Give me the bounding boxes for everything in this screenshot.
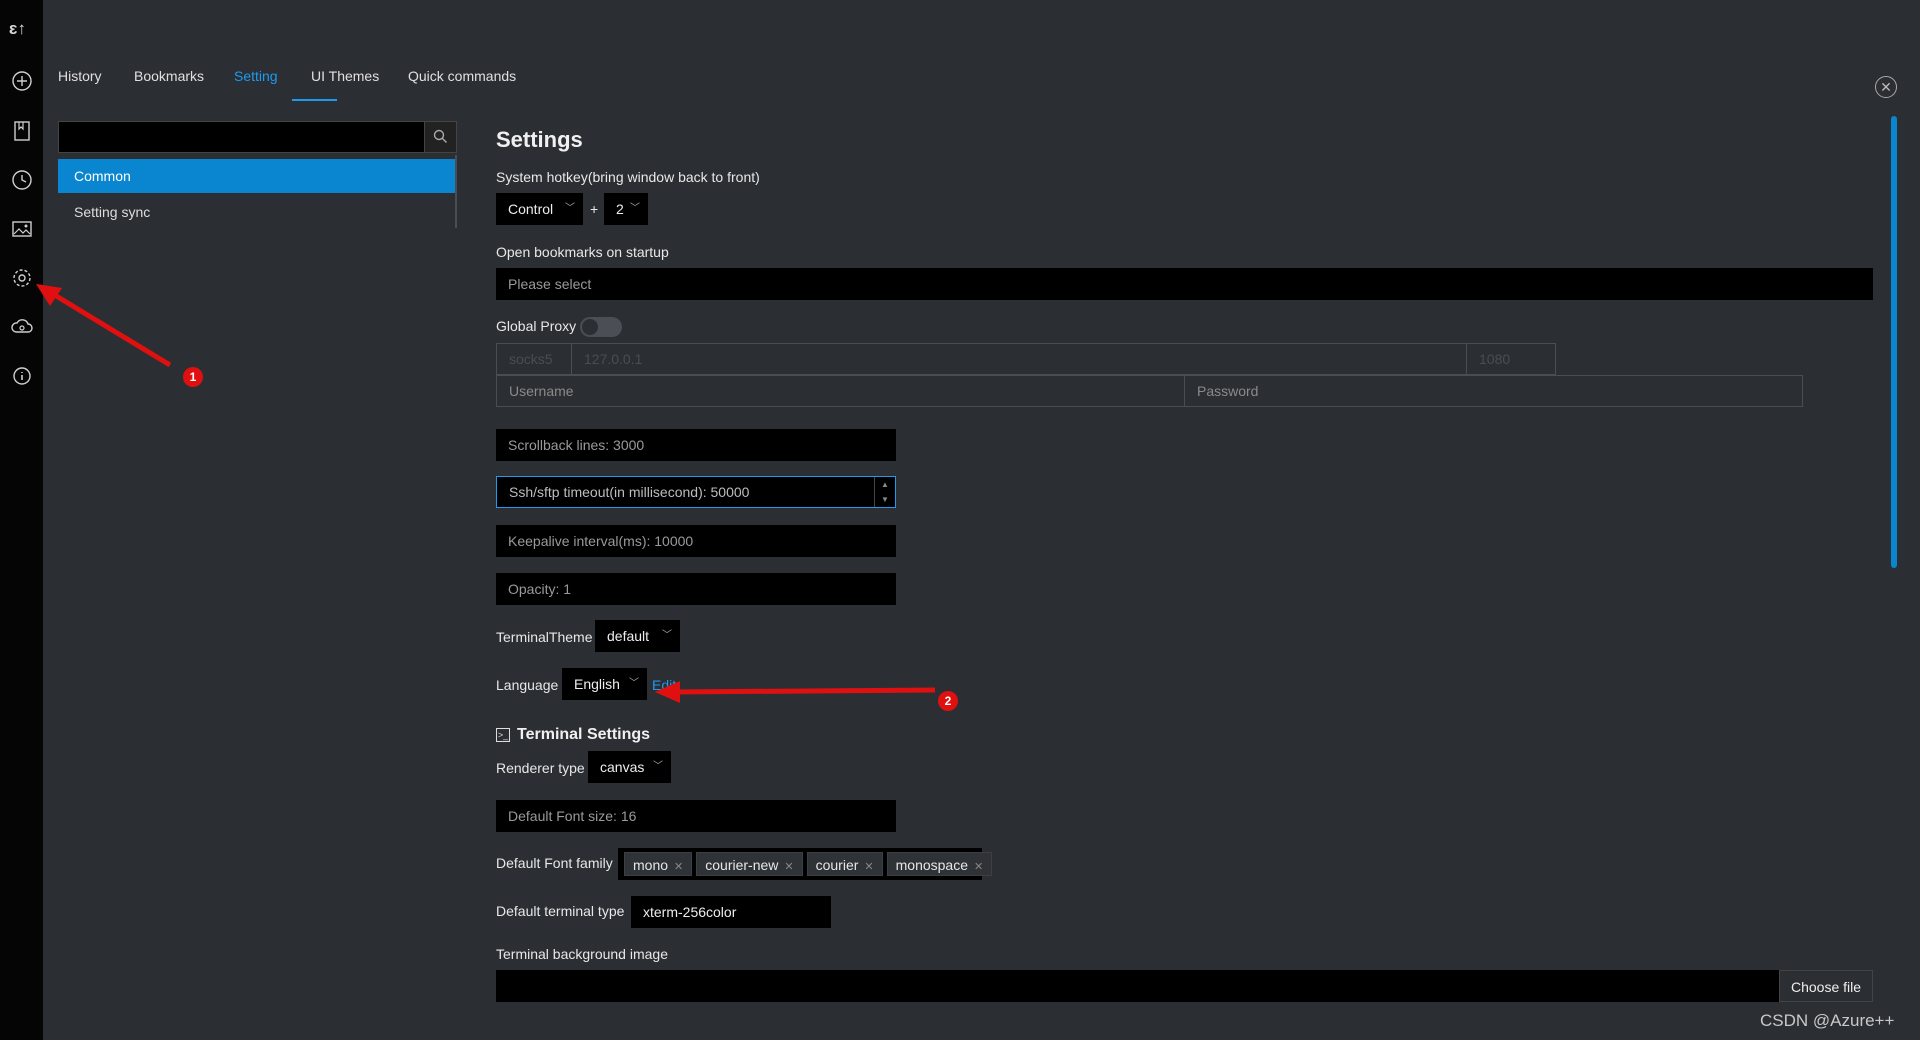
font-tag-label: courier [815, 857, 859, 873]
active-tab-indicator [292, 99, 337, 101]
left-rail: ɛ↑ [0, 0, 43, 1040]
stepper-up-icon[interactable]: ▲ [875, 477, 895, 492]
terminal-type-input[interactable]: xterm-256color [631, 896, 831, 928]
hotkey-modifier-select[interactable]: Control ﹀ [496, 193, 583, 225]
tab-setting[interactable]: Setting [234, 68, 278, 84]
font-family-label: Default Font family [496, 855, 613, 871]
renderer-value: canvas [600, 759, 645, 775]
main-scrollbar-thumb[interactable] [1891, 116, 1897, 568]
font-tag-label: monospace [895, 857, 969, 873]
remove-tag-icon[interactable]: ✕ [674, 861, 683, 873]
history-icon[interactable] [11, 169, 33, 191]
bg-image-input[interactable]: Choose file [496, 970, 1873, 1002]
proxy-type-select[interactable]: socks5 [496, 343, 572, 375]
language-select[interactable]: English ﹀ [562, 668, 647, 700]
language-value: English [574, 676, 620, 692]
sidebar-search [58, 121, 457, 153]
scrollback-input[interactable]: Scrollback lines: 3000 [496, 429, 896, 461]
font-tag-label: courier-new [705, 857, 779, 873]
ssh-timeout-input[interactable]: Ssh/sftp timeout(in millisecond): 50000 … [496, 476, 896, 508]
keepalive-input[interactable]: Keepalive interval(ms): 10000 [496, 525, 896, 557]
tab-ui-themes[interactable]: UI Themes [311, 68, 379, 84]
global-proxy-label: Global Proxy [496, 318, 577, 334]
settings-icon[interactable] [11, 267, 33, 289]
search-icon [433, 129, 447, 143]
tab-history[interactable]: History [58, 68, 102, 84]
bookmarks-startup-label: Open bookmarks on startup [496, 244, 669, 260]
language-label: Language [496, 677, 559, 693]
bg-image-label: Terminal background image [496, 946, 668, 962]
proxy-username-input[interactable]: Username [496, 375, 1185, 407]
font-tag: courier ✕ [806, 852, 883, 876]
settings-main: Settings System hotkey(bring window back… [496, 0, 1896, 1040]
terminal-type-label: Default terminal type [496, 903, 625, 919]
image-icon[interactable] [11, 218, 33, 240]
sidebar-scrollbar[interactable] [455, 155, 457, 228]
font-tag: courier-new ✕ [696, 852, 803, 876]
tab-bookmarks[interactable]: Bookmarks [134, 68, 204, 84]
page-title: Settings [496, 127, 583, 152]
font-tag-label: mono [633, 857, 669, 873]
cloud-sync-icon[interactable] [11, 316, 33, 338]
info-icon[interactable] [11, 365, 33, 387]
font-tag: mono ✕ [624, 852, 693, 876]
remove-tag-icon[interactable]: ✕ [784, 861, 793, 873]
sidebar-item-setting-sync[interactable]: Setting sync [58, 195, 455, 229]
chevron-down-icon: ﹀ [629, 678, 639, 689]
bookmark-icon[interactable] [11, 120, 33, 142]
terminal-theme-label: TerminalTheme [496, 629, 593, 645]
choose-file-button[interactable]: Choose file [1779, 970, 1873, 1002]
terminal-theme-select[interactable]: default ﹀ [595, 620, 680, 652]
global-proxy-toggle[interactable] [580, 317, 622, 337]
edit-language-link[interactable]: Edit [652, 677, 676, 693]
renderer-select[interactable]: canvas ﹀ [588, 751, 671, 783]
terminal-theme-value: default [607, 628, 650, 644]
proxy-host-input[interactable]: 127.0.0.1 [571, 343, 1467, 375]
ssh-timeout-stepper[interactable]: ▲ ▼ [874, 477, 895, 507]
settings-sidebar: Common Setting sync [58, 121, 457, 1040]
opacity-input[interactable]: Opacity: 1 [496, 573, 896, 605]
app-logo: ɛ↑ [9, 19, 26, 38]
search-input[interactable] [59, 122, 421, 152]
chevron-down-icon: ﹀ [630, 203, 640, 214]
remove-tag-icon[interactable]: ✕ [864, 861, 873, 873]
annotation-badge-2: 2 [938, 691, 958, 711]
hotkey-label: System hotkey(bring window back to front… [496, 169, 760, 185]
font-family-select[interactable]: mono ✕ courier-new ✕ courier ✕ monospace ✕ [618, 848, 993, 880]
chevron-down-icon: ﹀ [653, 761, 663, 772]
stepper-down-icon[interactable]: ▼ [875, 492, 895, 507]
annotation-badge-1: 1 [183, 367, 203, 387]
hotkey-key-select[interactable]: 2 ﹀ [604, 193, 648, 225]
add-icon[interactable] [11, 70, 33, 92]
chevron-down-icon: ﹀ [662, 630, 672, 641]
ssh-timeout-value: Ssh/sftp timeout(in millisecond): 50000 [509, 484, 750, 500]
font-tag: monospace ✕ [886, 852, 993, 876]
remove-tag-icon[interactable]: ✕ [974, 861, 983, 873]
chevron-down-icon: ﹀ [565, 203, 575, 214]
hotkey-plus: + [590, 201, 599, 217]
terminal-settings-title: Terminal Settings [517, 726, 651, 743]
toggle-knob [582, 319, 598, 335]
hotkey-modifier-value: Control [508, 201, 554, 217]
renderer-label: Renderer type [496, 760, 585, 776]
proxy-port-input[interactable]: 1080 [1466, 343, 1556, 375]
hotkey-key-value: 2 [616, 201, 624, 217]
terminal-icon: >_ [496, 728, 510, 742]
bookmarks-startup-select[interactable]: Please select [496, 268, 1873, 300]
proxy-password-input[interactable]: Password [1184, 375, 1803, 407]
search-button[interactable] [424, 122, 456, 152]
font-size-input[interactable]: Default Font size: 16 [496, 800, 896, 832]
watermark: CSDN @Azure++ [1760, 1011, 1895, 1030]
sidebar-item-common[interactable]: Common [58, 159, 455, 193]
